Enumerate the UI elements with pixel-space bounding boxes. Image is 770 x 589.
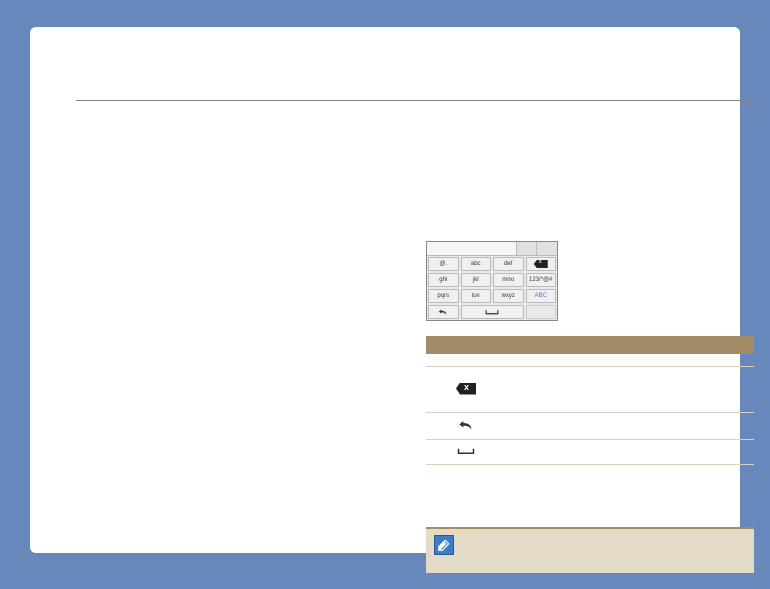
key-123: 123/*@# — [526, 273, 557, 287]
key-jkl: jkl — [461, 273, 492, 287]
table-desc-cell — [506, 354, 754, 367]
table-row — [426, 413, 754, 440]
table-header-desc — [506, 336, 754, 354]
keypad-input-field — [427, 242, 517, 255]
key-backspace-icon — [526, 257, 557, 271]
table-header-key — [426, 336, 506, 354]
divider — [76, 100, 754, 101]
keypad-top-cell — [517, 242, 537, 255]
key-abc: abc — [461, 257, 492, 271]
document-page: @.abcdef ghijklmno123/*@# pqrstuvwxyzABC — [30, 27, 740, 553]
table-row — [426, 367, 754, 413]
keypad-figure: @.abcdef ghijklmno123/*@# pqrstuvwxyzABC — [426, 241, 558, 321]
table-desc-cell — [506, 367, 754, 413]
key-empty — [526, 305, 557, 319]
backspace-icon — [426, 367, 506, 413]
key-def: def — [493, 257, 524, 271]
key-pqrs: pqrs — [428, 289, 459, 303]
key-space-icon — [461, 305, 524, 319]
key-undo-icon — [428, 305, 459, 319]
keypad-top-cell — [537, 242, 557, 255]
key-mno: mno — [493, 273, 524, 287]
key-description-table — [426, 336, 754, 465]
key-wxyz: wxyz — [493, 289, 524, 303]
key-tuv: tuv — [461, 289, 492, 303]
table-row — [426, 354, 754, 367]
undo-icon — [426, 413, 506, 440]
keypad-display-row — [427, 242, 557, 256]
table-header-row — [426, 336, 754, 354]
note-bar — [426, 527, 754, 573]
space-icon — [426, 440, 506, 465]
table-desc-cell — [506, 440, 754, 465]
key-ABC: ABC — [526, 289, 557, 303]
table-desc-cell — [506, 413, 754, 440]
key-ghi: ghi — [428, 273, 459, 287]
table-key-cell — [426, 354, 506, 367]
note-icon — [434, 535, 454, 555]
table-row — [426, 440, 754, 465]
key-: @. — [428, 257, 459, 271]
